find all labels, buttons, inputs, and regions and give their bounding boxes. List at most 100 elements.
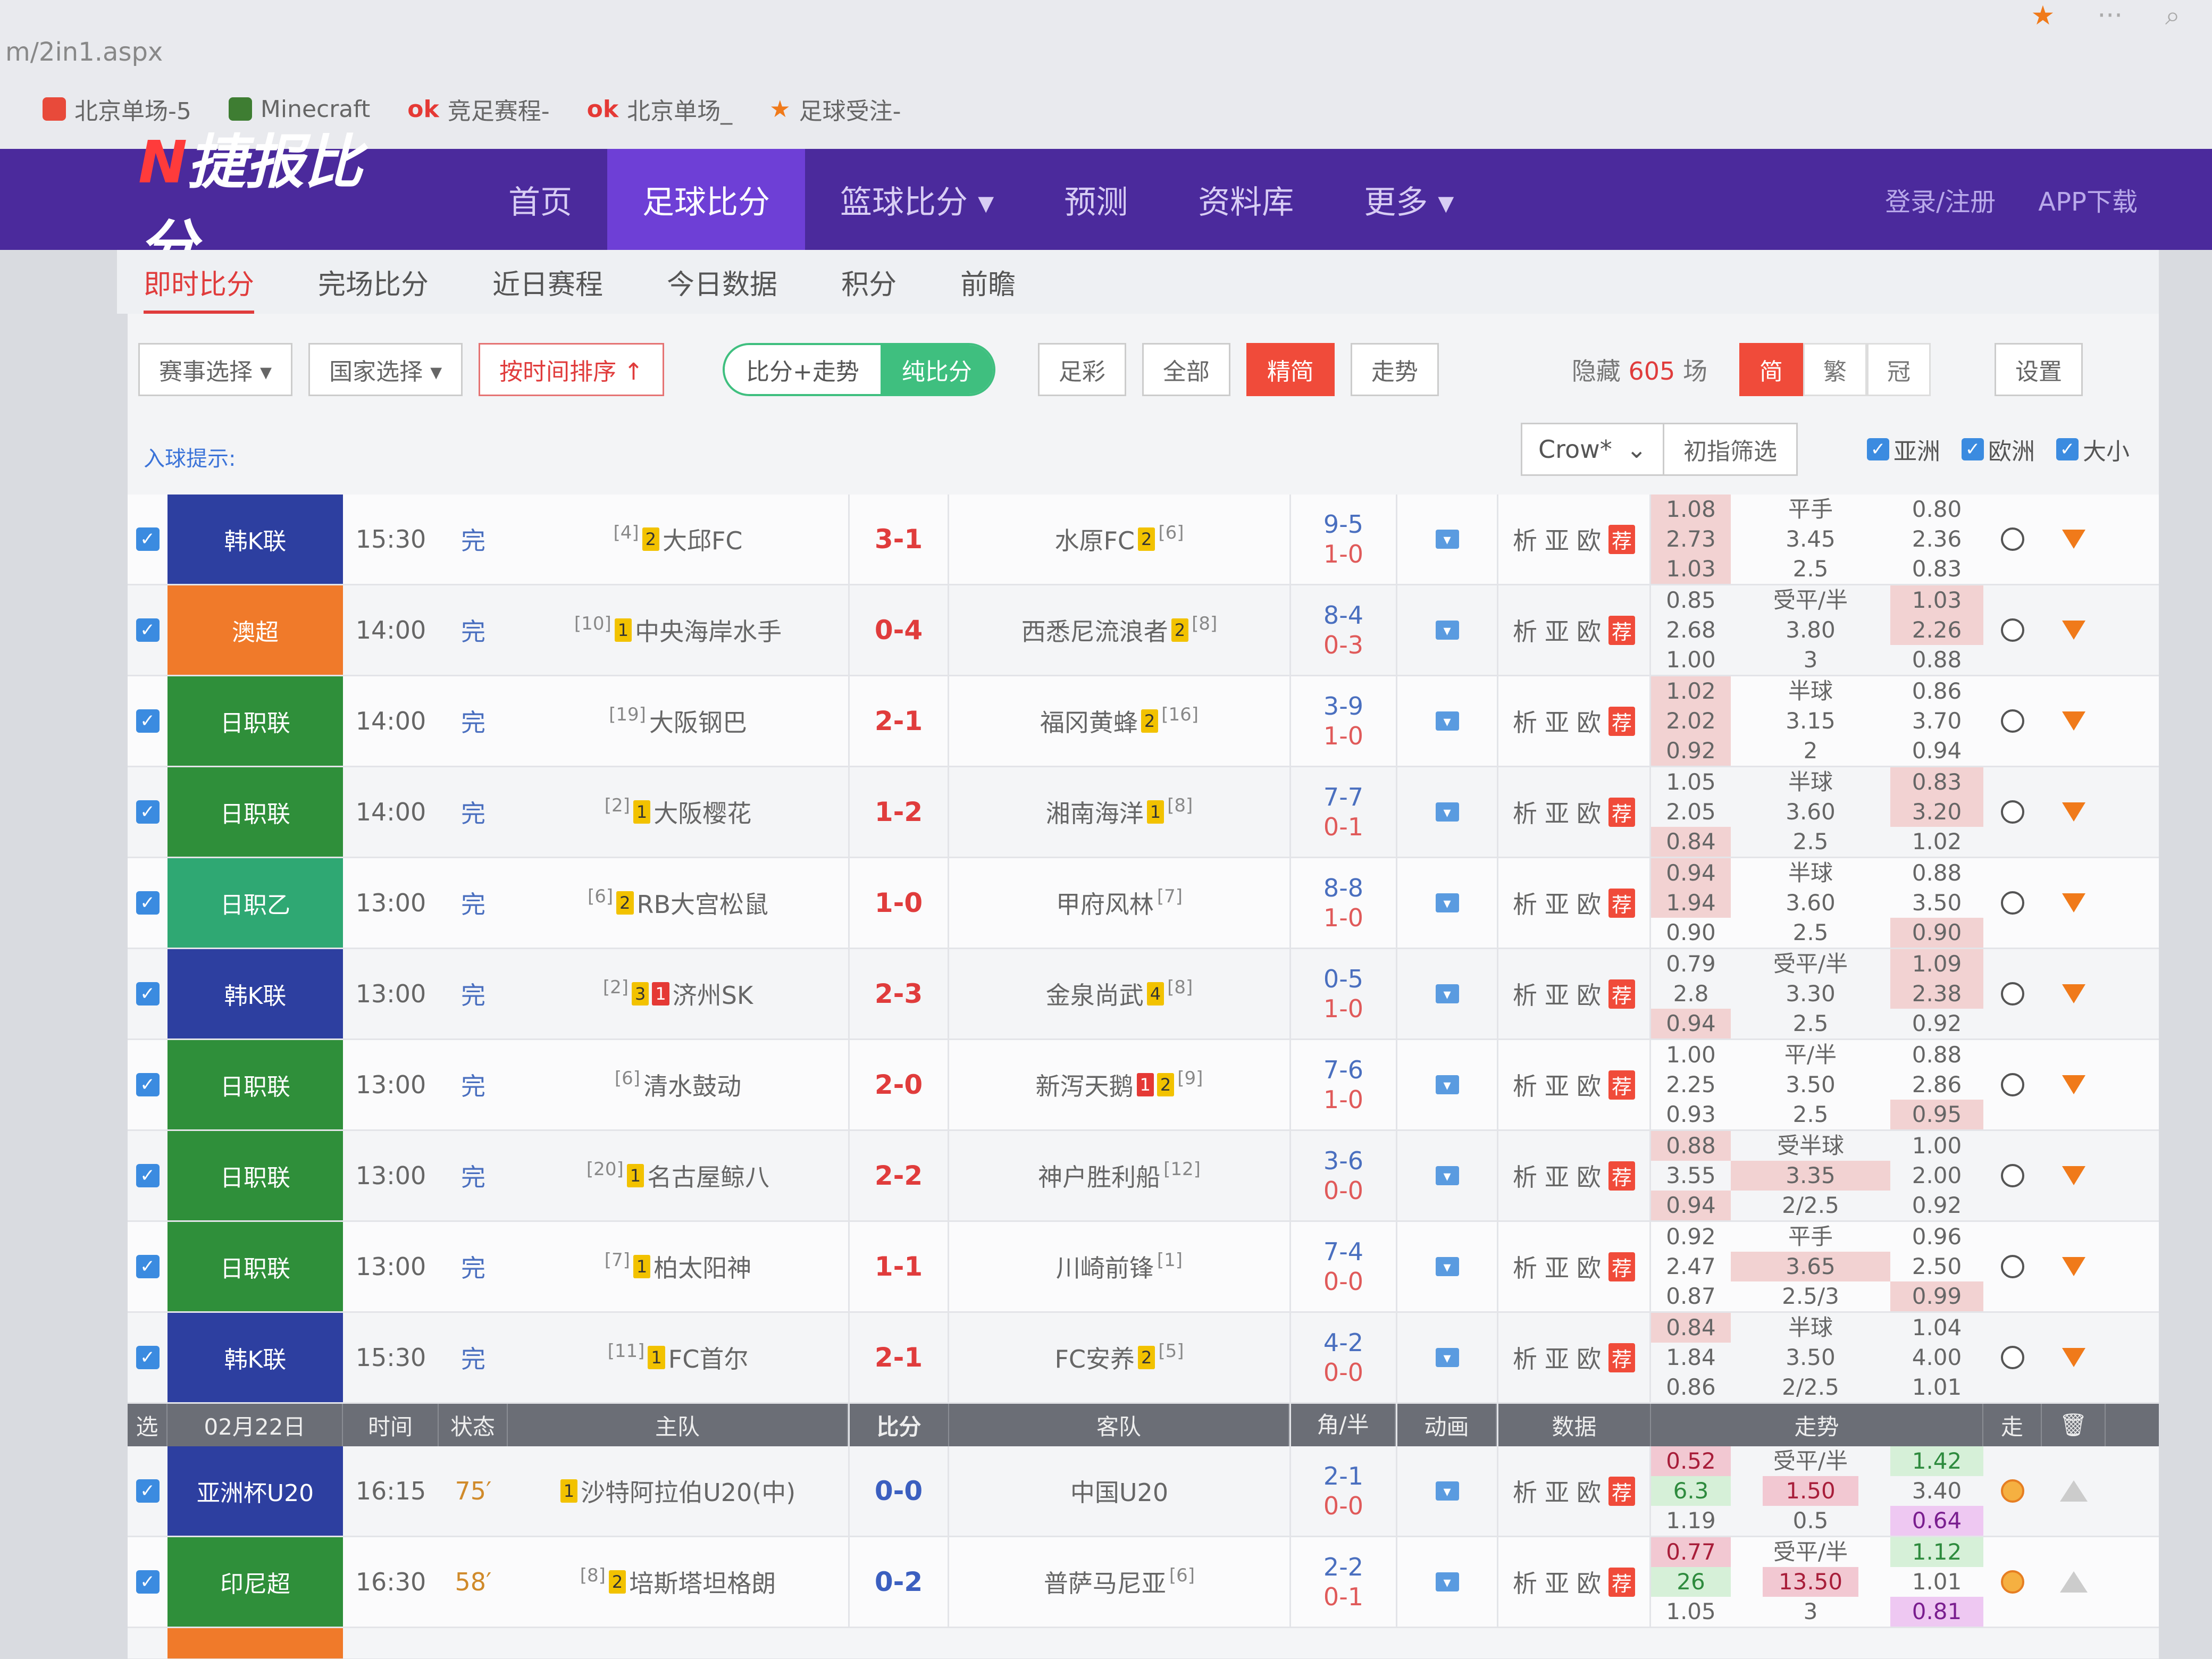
home-team[interactable]: [6] 2 RB大宫松鼠 [508,858,848,948]
filter-simplified[interactable]: 精简 [1246,343,1335,396]
match-row[interactable]: ✓ 亚洲杯U20 16:15 75′ 1 沙特阿拉伯U20(中) 0-0 中国U20 2-1 0-… [128,1446,2159,1537]
match-score[interactable]: 0-2 [848,1537,949,1627]
euro-odds-link[interactable]: 欧 [1577,885,1601,920]
toggle-pure-score[interactable]: 纯比分 [880,345,993,394]
match-row[interactable]: ✓ 澳超 14:00 完 [10] 1 中央海岸水手 0-4 西悉尼流浪者 2 [8] 8-4 0-3 ▾… [128,585,2159,676]
row-checkbox[interactable] [128,1628,167,1658]
move-down-icon[interactable] [2062,893,2085,912]
away-team[interactable]: 川崎前锋 [1] [949,1222,1289,1311]
ball-cell[interactable] [1983,1222,2042,1311]
asian-odds-link[interactable]: 亚 [1545,1067,1569,1102]
ball-cell[interactable] [1983,1537,2042,1627]
home-team[interactable]: [11] 1 FC首尔 [508,1313,848,1402]
football-icon[interactable] [2001,1479,2024,1503]
match-score[interactable]: 2-1 [848,676,949,766]
initial-odds-filter[interactable]: 初指筛选 [1664,423,1798,476]
football-icon[interactable] [2001,982,2024,1006]
football-icon[interactable] [2001,709,2024,733]
tab-today-data[interactable]: 今日数据 [667,262,777,302]
asian-odds-link[interactable]: 亚 [1545,703,1569,739]
check-asian[interactable]: ✓ 亚洲 [1867,432,1940,466]
tab-schedule[interactable]: 近日赛程 [492,262,603,302]
league-badge[interactable]: 韩K联 [167,495,343,584]
match-row[interactable]: ✓ 印尼超 16:30 58′ [8] 2 培斯塔坦格朗 0-2 普萨马尼亚 [6] 2-2 0-1 ▾… [128,1537,2159,1628]
asian-odds-link[interactable]: 亚 [1545,976,1569,1011]
sort-by-time-button[interactable]: 按时间排序 ↑ [479,343,665,396]
away-team[interactable]: FC安养 2 [5] [949,1313,1289,1402]
ball-cell[interactable] [1983,585,2042,675]
league-badge[interactable]: 日职联 [167,1131,343,1220]
trash-icon[interactable]: 🗑 [2042,1404,2106,1446]
league-badge[interactable] [167,1628,343,1658]
pin-up-icon[interactable] [2060,1480,2088,1502]
check-europe[interactable]: ✓ 欧洲 [1962,432,2035,466]
recommend-tag[interactable]: 荐 [1608,797,1635,827]
euro-odds-link[interactable]: 欧 [1577,1473,1601,1509]
match-score[interactable]: 2-3 [848,949,949,1038]
arrow-cell[interactable] [2042,1222,2106,1311]
filter-all[interactable]: 全部 [1142,343,1230,396]
league-badge[interactable]: 日职联 [167,676,343,766]
match-score[interactable]: 1-1 [848,1222,949,1311]
tab-live[interactable]: 即时比分 [144,262,255,315]
move-down-icon[interactable] [2062,1075,2085,1094]
euro-odds-link[interactable]: 欧 [1577,613,1601,648]
company-select[interactable]: Crow* ⌄ [1521,423,1664,476]
home-team[interactable]: [10] 1 中央海岸水手 [508,585,848,675]
recommend-tag[interactable]: 荐 [1608,1343,1635,1372]
animation-icon[interactable]: ▾ [1435,802,1459,822]
analysis-link[interactable]: 析 [1513,1249,1537,1284]
football-icon[interactable] [2001,891,2024,915]
match-row[interactable]: ✓ 韩K联 13:00 完 [2] 3 1 济州SK 2-3 金泉尚武 4 [8] 0-5 1-0 ▾ 析亚欧… [128,949,2159,1040]
animation-icon[interactable]: ▾ [1435,1257,1459,1276]
away-team[interactable]: 水原FC 2 [6] [949,495,1289,584]
home-team[interactable]: [4] 2 大邱FC [508,495,848,584]
row-checkbox[interactable]: ✓ [128,858,167,948]
move-down-icon[interactable] [2062,621,2085,640]
ball-cell[interactable] [1983,1131,2042,1220]
home-team[interactable]: [2] 3 1 济州SK [508,949,848,1038]
tab-standings[interactable]: 积分 [841,262,896,302]
move-down-icon[interactable] [2062,802,2085,822]
lang-traditional[interactable]: 繁 [1803,343,1867,396]
filter-trend[interactable]: 走势 [1350,343,1439,396]
arrow-cell[interactable] [2042,1537,2106,1627]
animation-cell[interactable]: ▾ [1396,1313,1497,1402]
animation-icon[interactable]: ▾ [1435,621,1459,640]
row-checkbox[interactable]: ✓ [128,949,167,1038]
asian-odds-link[interactable]: 亚 [1545,613,1569,648]
animation-icon[interactable]: ▾ [1435,1166,1459,1185]
football-icon[interactable] [2001,1346,2024,1369]
animation-icon[interactable]: ▾ [1435,984,1459,1003]
arrow-cell[interactable] [2042,1446,2106,1536]
animation-icon[interactable]: ▾ [1435,1481,1459,1501]
asian-odds-link[interactable]: 亚 [1545,885,1569,920]
move-down-icon[interactable] [2062,530,2085,549]
football-icon[interactable] [2001,800,2024,824]
match-row-partial[interactable] [128,1628,2159,1659]
nav-home[interactable]: 首页 [473,149,607,250]
league-badge[interactable]: 日职联 [167,1222,343,1311]
match-row[interactable]: ✓ 日职乙 13:00 完 [6] 2 RB大宫松鼠 1-0 甲府风林 [7] 8-8 1-0 ▾ 析亚欧… [128,858,2159,949]
euro-odds-link[interactable]: 欧 [1577,1340,1601,1375]
league-badge[interactable]: 日职联 [167,1040,343,1129]
arrow-cell[interactable] [2042,676,2106,766]
away-team[interactable]: 新泻天鹅 1 2 [9] [949,1040,1289,1129]
euro-odds-link[interactable]: 欧 [1577,976,1601,1011]
home-team[interactable]: [7] 1 柏太阳神 [508,1222,848,1311]
away-team[interactable]: 普萨马尼亚 [6] [949,1537,1289,1627]
login-link[interactable]: 登录/注册 [1885,181,1996,218]
nav-predict[interactable]: 预测 [1029,149,1163,250]
app-download-link[interactable]: APP下载 [2038,181,2138,218]
home-team[interactable]: [19] 大阪钢巴 [508,676,848,766]
match-score[interactable]: 2-1 [848,1313,949,1402]
match-score[interactable]: 1-0 [848,858,949,948]
euro-odds-link[interactable]: 欧 [1577,1249,1601,1284]
league-badge[interactable]: 韩K联 [167,949,343,1038]
recommend-tag[interactable]: 荐 [1608,1070,1635,1100]
away-team[interactable]: 甲府风林 [7] [949,858,1289,948]
ball-cell[interactable] [1983,1446,2042,1536]
animation-cell[interactable]: ▾ [1396,1040,1497,1129]
recommend-tag[interactable]: 荐 [1608,1161,1635,1191]
ball-cell[interactable] [1983,1040,2042,1129]
